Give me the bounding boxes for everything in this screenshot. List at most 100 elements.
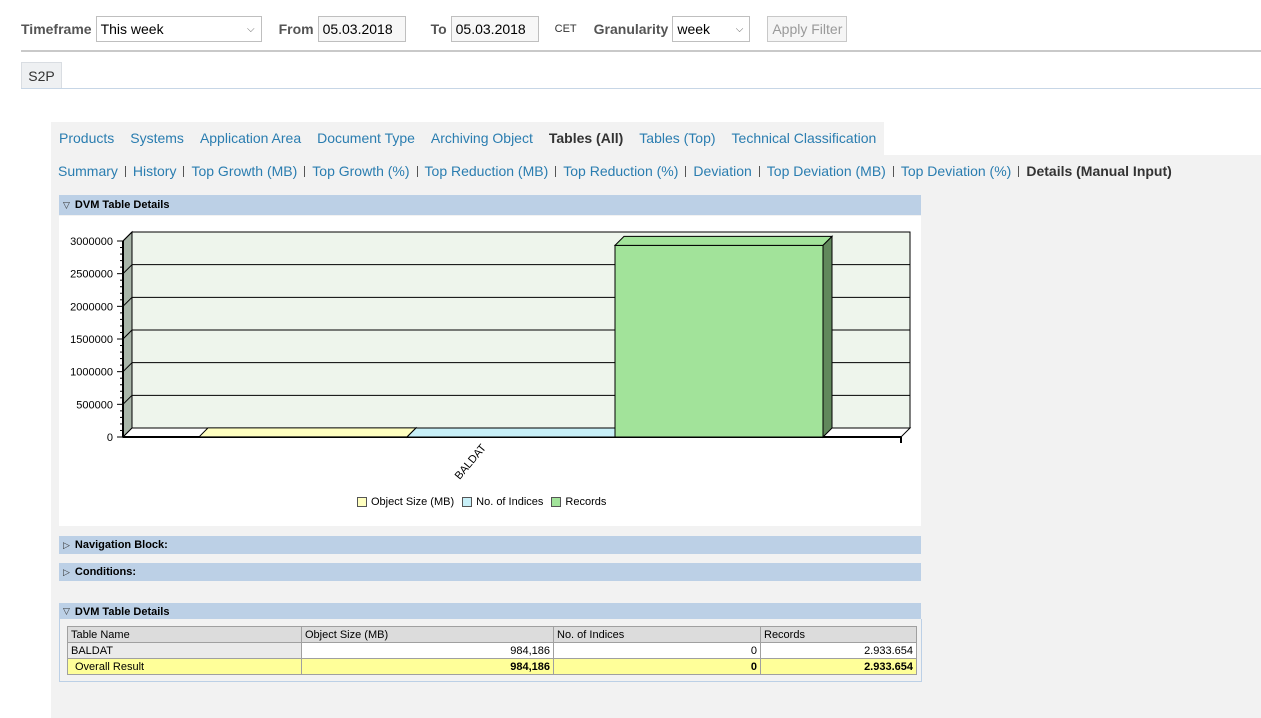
total-row: Overall Result 984,186 0 2.933.654 [67, 658, 917, 675]
separator [758, 165, 760, 177]
chart-panel-header[interactable]: ▽ DVM Table Details [59, 195, 921, 215]
legend-item: Object Size (MB) [357, 496, 454, 508]
y-tick-label: 2000000 [70, 301, 113, 313]
subtab-top-reduction-pct[interactable]: Top Reduction (%) [563, 163, 678, 179]
expand-triangle-icon: ▷ [63, 539, 70, 550]
conditions-header[interactable]: ▷ Conditions: [59, 563, 921, 581]
y-tick-label: 0 [107, 432, 113, 444]
legend-item: No. of Indices [462, 496, 543, 508]
bar-top [197, 427, 418, 438]
subtab-top-reduction-mb[interactable]: Top Reduction (MB) [425, 163, 549, 179]
to-date-value: 05.03.2018 [455, 21, 526, 37]
separator [1018, 165, 1020, 177]
x-tick-label: BALDAT [453, 442, 489, 482]
table-cell: 0 [553, 642, 761, 659]
tab-tables-all[interactable]: Tables (All) [541, 122, 631, 155]
table-cell: 0 [553, 658, 761, 675]
column-header[interactable]: No. of Indices [553, 626, 761, 643]
separator [124, 165, 126, 177]
table-container: Table Name Object Size (MB) No. of Indic… [59, 619, 922, 682]
granularity-value: week [677, 21, 711, 37]
y-tick-label: 2500000 [70, 269, 113, 281]
subtab-top-deviation-pct[interactable]: Top Deviation (%) [901, 163, 1012, 179]
subtab-details-manual-input[interactable]: Details (Manual Input) [1026, 163, 1171, 179]
table-row: BALDAT 984,186 0 2.933.654 [67, 642, 917, 659]
chart-panel-title: DVM Table Details [74, 199, 170, 211]
from-label: From [278, 21, 314, 37]
y-tick-label: 1000000 [70, 367, 113, 379]
timeframe-value: This week [100, 21, 164, 37]
subtab-history[interactable]: History [133, 163, 177, 179]
chart-container: 0 500000 1000000 1500000 2000000 2500000 30000… [59, 216, 921, 526]
timeframe-select[interactable]: This week ⌵ [95, 16, 262, 42]
collapse-triangle-icon: ▽ [63, 199, 70, 210]
bar-front [614, 244, 824, 438]
tab-application-area[interactable]: Application Area [192, 122, 309, 155]
table-cell: 2.933.654 [760, 642, 917, 659]
collapse-triangle-icon: ▽ [63, 606, 70, 616]
column-header[interactable]: Table Name [67, 626, 302, 643]
table-cell: 984,186 [301, 658, 554, 675]
legend-label: No. of Indices [476, 496, 544, 508]
separator [416, 165, 418, 177]
chevron-down-icon: ⌵ [735, 23, 744, 35]
tab-systems[interactable]: Systems [122, 122, 192, 155]
sub-tabs: Summary History Top Growth (MB) Top Grow… [51, 155, 1261, 187]
tab-products[interactable]: Products [51, 122, 122, 155]
tab-document-type[interactable]: Document Type [309, 122, 423, 155]
table-cell: 984,186 [301, 642, 554, 659]
chart-legend: Object Size (MB) No. of Indices Records [357, 496, 614, 508]
separator [183, 165, 185, 177]
dvm-table: Table Name Object Size (MB) No. of Indic… [67, 626, 917, 675]
legend-label: Records [565, 496, 607, 508]
legend-swatch-indices [462, 497, 473, 507]
y-tick-label: 1500000 [70, 334, 113, 346]
tab-technical-classification[interactable]: Technical Classification [724, 122, 885, 155]
subtab-deviation[interactable]: Deviation [693, 163, 751, 179]
from-date-input[interactable]: 05.03.2018 [317, 16, 406, 42]
y-tick-label: 3000000 [70, 236, 113, 248]
bar-top [613, 235, 834, 246]
from-date-value: 05.03.2018 [322, 21, 393, 37]
y-tick-label: 500000 [76, 399, 113, 411]
separator [685, 165, 687, 177]
legend-item: Records [551, 496, 606, 508]
legend-swatch-object-size [357, 497, 367, 507]
filter-bar: Timeframe This week ⌵ From 05.03.2018 To… [21, 16, 848, 42]
subtab-top-growth-mb[interactable]: Top Growth (MB) [191, 163, 297, 179]
subtab-summary[interactable]: Summary [58, 163, 118, 179]
timezone-label: CET [554, 23, 577, 35]
apply-filter-button[interactable]: Apply Filter [767, 16, 848, 42]
tab-tables-top[interactable]: Tables (Top) [631, 122, 723, 155]
legend-swatch-records [551, 497, 562, 507]
separator [555, 165, 557, 177]
navigation-block-header[interactable]: ▷ Navigation Block: [59, 536, 921, 554]
column-header[interactable]: Records [760, 626, 917, 643]
table-cell: Overall Result [67, 658, 302, 675]
navigation-block-title: Navigation Block: [74, 539, 168, 551]
tab-archiving-object[interactable]: Archiving Object [423, 122, 541, 155]
table-cell[interactable]: BALDAT [67, 642, 302, 659]
timeframe-label: Timeframe [21, 21, 92, 37]
granularity-label: Granularity [593, 21, 669, 37]
separator [304, 165, 306, 177]
bar-side [822, 235, 833, 439]
chevron-down-icon: ⌵ [246, 23, 255, 35]
subtab-top-growth-pct[interactable]: Top Growth (%) [312, 163, 409, 179]
column-header[interactable]: Object Size (MB) [301, 626, 554, 643]
tabs-filler [873, 122, 1261, 155]
tab-s2p[interactable]: S2P [21, 62, 62, 89]
table-header-row: Table Name Object Size (MB) No. of Indic… [67, 626, 917, 643]
subtab-top-deviation-mb[interactable]: Top Deviation (MB) [767, 163, 886, 179]
bar-top [405, 427, 626, 438]
divider [21, 88, 1261, 89]
granularity-select[interactable]: week ⌵ [672, 16, 751, 42]
bar-chart: 0 500000 1000000 1500000 2000000 2500000 30000… [70, 230, 912, 482]
table-cell: 2.933.654 [760, 658, 917, 675]
separator [892, 165, 894, 177]
table-panel-title: DVM Table Details [74, 605, 170, 618]
legend-label: Object Size (MB) [371, 496, 455, 508]
conditions-title: Conditions: [74, 566, 137, 578]
to-date-input[interactable]: 05.03.2018 [450, 16, 539, 42]
table-panel-header[interactable]: ▽ DVM Table Details [59, 603, 921, 620]
